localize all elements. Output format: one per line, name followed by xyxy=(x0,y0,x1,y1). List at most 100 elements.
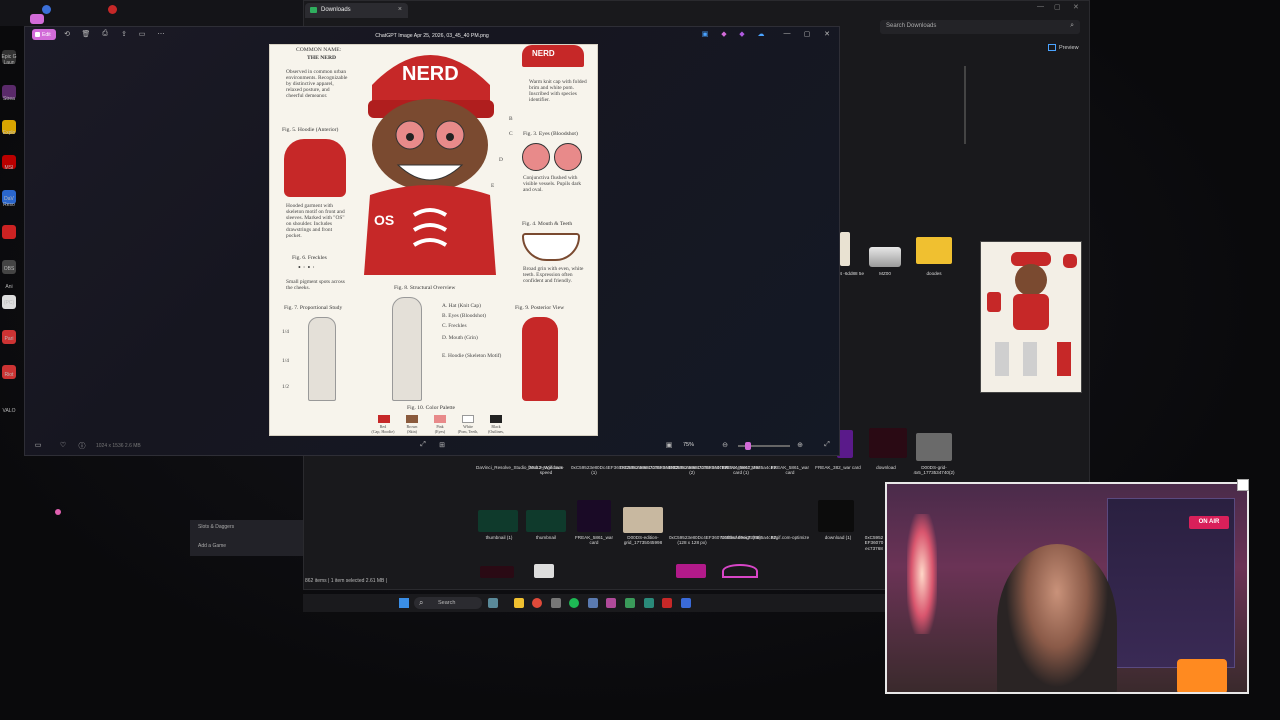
search-input[interactable]: Search Downloads ⌕ xyxy=(880,20,1080,34)
desktop-label: VALO xyxy=(2,408,16,414)
more-icon[interactable]: ⋯ xyxy=(156,30,166,38)
fullscreen-icon[interactable]: ⤢ xyxy=(822,441,832,449)
print-icon[interactable]: ⎙ xyxy=(100,30,110,38)
image-title: ChatGPT Image Apr 25, 2026, 03_45_40 PM.… xyxy=(375,33,489,39)
zoom-in-icon[interactable]: ⊕ xyxy=(795,441,805,449)
spotify-icon[interactable] xyxy=(569,598,579,608)
fig10-title: Fig. 10. Color Palette xyxy=(407,405,456,411)
palette-label: Black (Outlines, xyxy=(488,424,504,434)
file-label: DaVinci_Resolve_Studio_20.3.2_Windows xyxy=(476,465,563,470)
favorite-icon[interactable]: ♡ xyxy=(58,441,68,449)
app-icon[interactable] xyxy=(681,598,691,608)
orange-decoration xyxy=(1177,659,1227,692)
proportion-mark: 1/4 xyxy=(282,358,289,364)
info-icon[interactable]: ⓘ xyxy=(77,441,87,451)
scrollbar[interactable] xyxy=(964,66,966,144)
tab-downloads[interactable]: Downloads × xyxy=(305,3,408,18)
app-icon[interactable] xyxy=(625,598,635,608)
file-thumbnail[interactable] xyxy=(480,566,514,578)
file-thumbnail[interactable] xyxy=(478,510,518,532)
file-thumbnail[interactable] xyxy=(818,500,854,532)
crop-icon[interactable]: ⊞ xyxy=(437,441,447,449)
file-label: FREAK_5861_war card (1) xyxy=(721,465,761,476)
onedrive-icon[interactable]: ☁ xyxy=(756,30,766,38)
zoom-slider-handle[interactable] xyxy=(745,442,752,450)
app-icon[interactable] xyxy=(588,598,598,608)
posterior-figure xyxy=(522,317,558,401)
palette-swatch-red xyxy=(378,415,390,423)
file-thumbnail[interactable] xyxy=(526,510,566,532)
youtube-icon[interactable] xyxy=(108,5,117,14)
file-explorer-icon[interactable] xyxy=(514,598,524,608)
file-thumbnail[interactable] xyxy=(720,510,760,532)
desktop-label: Laun xyxy=(3,60,15,66)
close-tab-icon[interactable]: × xyxy=(398,6,402,13)
share-icon[interactable]: ⇪ xyxy=(119,30,129,38)
file-label: MZ00 xyxy=(879,271,891,276)
fig8-item: D. Mouth (Grin) xyxy=(442,335,478,341)
close-icon[interactable]: ✕ xyxy=(822,30,832,38)
desktop-label: Riot xyxy=(4,372,14,378)
file-thumbnail[interactable] xyxy=(577,500,611,532)
info-icon[interactable]: ▭ xyxy=(137,30,147,38)
file-thumbnail[interactable] xyxy=(869,247,901,267)
fit-window-icon[interactable]: ▣ xyxy=(664,441,674,449)
file-thumbnail[interactable] xyxy=(869,428,907,458)
zoom-out-icon[interactable]: ⊖ xyxy=(720,441,730,449)
browser-icon[interactable] xyxy=(42,5,51,14)
desktop-label: Strea xyxy=(3,96,15,102)
desktop-icon[interactable] xyxy=(2,225,16,239)
fig6-note: Small pigment spots across the cheeks. xyxy=(286,279,345,291)
app-icon[interactable] xyxy=(551,598,561,608)
launcher-item-slots[interactable]: Slots & Daggers xyxy=(198,524,234,530)
file-thumbnail[interactable] xyxy=(722,564,758,578)
fig8-item: B. Eyes (Bloodshot) xyxy=(442,313,486,319)
resize-handle[interactable] xyxy=(1237,479,1249,491)
maximize-icon[interactable]: ▢ xyxy=(1054,3,1061,11)
designer-icon[interactable]: ◆ xyxy=(737,30,747,38)
file-label: FREAK_382_war card xyxy=(815,465,861,470)
desktop-label: (PC) xyxy=(3,300,15,306)
structure-figure xyxy=(392,297,422,401)
taskbar-search[interactable]: Search xyxy=(414,597,482,609)
chrome-icon[interactable] xyxy=(532,598,542,608)
app-icon[interactable]: ▣ xyxy=(700,30,710,38)
launcher-item-add-game[interactable]: Add a Game xyxy=(198,543,226,549)
app-icon[interactable] xyxy=(662,598,672,608)
zoom-level: 75% xyxy=(683,442,695,448)
file-thumbnail[interactable] xyxy=(676,564,706,578)
preview-toggle[interactable]: Preview xyxy=(1048,44,1079,51)
fig8-item: E. Hoodie (Skeleton Motif) xyxy=(442,353,502,359)
app-icon[interactable] xyxy=(644,598,654,608)
file-thumbnail[interactable] xyxy=(840,232,850,266)
fig3-title: Fig. 3. Eyes (Bloodshot) xyxy=(523,131,578,137)
character-sheet-image: COMMON NAME: THE NERD Observed in common… xyxy=(269,44,598,436)
delete-icon[interactable]: 🗑 xyxy=(81,30,91,38)
game-launcher-panel: Slots & Daggers Add a Game xyxy=(190,520,303,556)
maximize-icon[interactable]: ▢ xyxy=(802,30,812,38)
search-placeholder: Search Downloads xyxy=(886,23,937,29)
fig4-note: Broad grin with even, white teeth. Expre… xyxy=(523,266,584,284)
browser-tab[interactable] xyxy=(30,14,44,24)
file-label: ezgif.com-optimize xyxy=(770,535,810,540)
edit-button[interactable]: Edit xyxy=(32,29,56,40)
folder-icon[interactable] xyxy=(916,237,952,264)
tab-label: Downloads xyxy=(321,7,351,13)
app-icon[interactable] xyxy=(606,598,616,608)
filmstrip-icon[interactable]: ▭ xyxy=(33,441,43,449)
start-icon[interactable] xyxy=(399,598,409,608)
fig5-note: Hooded garment with skeleton motif on fr… xyxy=(286,203,345,239)
minimize-icon[interactable]: — xyxy=(782,30,792,37)
fit-icon[interactable]: ⤢ xyxy=(418,441,428,449)
rotate-icon[interactable]: ⟲ xyxy=(62,30,72,38)
close-icon[interactable]: ✕ xyxy=(1073,3,1079,11)
file-thumbnail[interactable] xyxy=(623,507,663,533)
minimize-icon[interactable]: — xyxy=(1037,3,1044,10)
file-label: 0xC59523e80Dc4EF360702E9cA89ec737685a4cB… xyxy=(669,535,776,546)
hat-detail-text: NERD xyxy=(532,49,555,58)
file-thumbnail[interactable] xyxy=(916,433,952,461)
file-thumbnail[interactable] xyxy=(534,564,554,578)
copilot-icon[interactable]: ◆ xyxy=(719,30,729,38)
widgets-icon[interactable] xyxy=(488,598,498,608)
mouth-figure xyxy=(522,233,580,261)
